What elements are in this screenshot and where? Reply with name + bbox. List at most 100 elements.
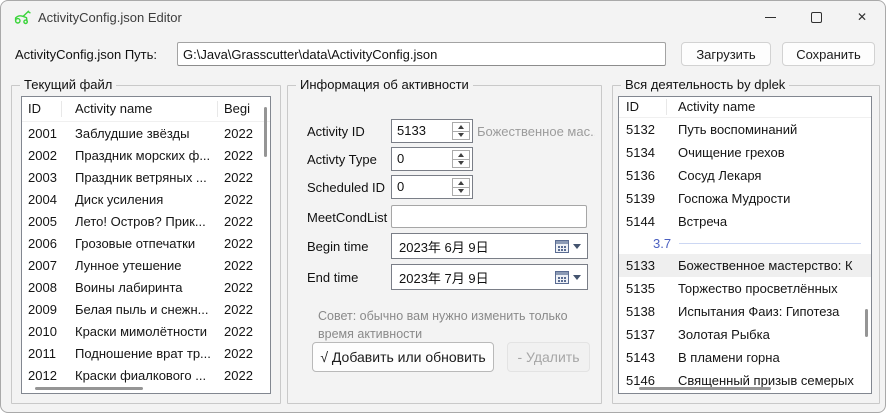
up-arrow-icon (458, 153, 464, 157)
table-row[interactable]: 2009Белая пыль и снежн...2022 (22, 298, 270, 320)
end-time-label: End time (307, 270, 358, 285)
table-row[interactable]: 2004Диск усиления2022 (22, 188, 270, 210)
table-row[interactable]: 5132Путь воспоминаний (619, 118, 871, 141)
begin-time-picker[interactable]: 2023年 6月 9日 (391, 233, 588, 259)
table-cell: 5133 (619, 258, 667, 273)
table-cell: 2022 (218, 324, 270, 339)
table-row[interactable]: 2010Краски мимолётности2022 (22, 320, 270, 342)
table-cell: 5144 (619, 214, 667, 229)
activity-id-value[interactable]: 5133 (392, 120, 452, 142)
table-cell: Праздник морских ф... (62, 148, 218, 163)
stepper-down-button[interactable] (453, 188, 469, 196)
table-row[interactable]: 5138Испытания Фаиз: Гипотеза (619, 300, 871, 323)
scheduled-id-value[interactable]: 0 (392, 176, 452, 198)
all-activities-table: ID Activity name 5132Путь воспоминаний51… (618, 96, 872, 394)
table-cell: 2007 (22, 258, 62, 273)
activity-id-stepper[interactable]: 5133 (391, 119, 473, 143)
path-input[interactable] (177, 42, 666, 66)
end-time-value: 2023年 7月 9日 (399, 268, 489, 287)
stepper-up-button[interactable] (453, 179, 469, 188)
table-cell: Золотая Рыбка (667, 327, 871, 342)
stepper-down-button[interactable] (453, 160, 469, 168)
table-cell: 2008 (22, 280, 62, 295)
meet-cond-input[interactable] (391, 205, 587, 228)
column-header-id[interactable]: ID (619, 99, 667, 115)
current-file-table: ID Activity name Begi 2001Заблудшие звёз… (21, 96, 271, 394)
table-cell: 5143 (619, 350, 667, 365)
table-cell: 2006 (22, 236, 62, 251)
scheduled-id-stepper[interactable]: 0 (391, 175, 473, 199)
up-arrow-icon (458, 181, 464, 185)
end-time-picker[interactable]: 2023年 7月 9日 (391, 264, 588, 290)
activity-id-label: Activity ID (307, 124, 365, 139)
activity-info-group-title: Информация об активности (296, 77, 473, 92)
table-row[interactable]: 2006Грозовые отпечатки2022 (22, 232, 270, 254)
close-icon: ✕ (857, 11, 867, 23)
vertical-scrollbar-thumb[interactable] (264, 107, 267, 157)
table-cell: 2022 (218, 302, 270, 317)
table-cell: 2022 (218, 368, 270, 383)
table-cell: 2022 (218, 214, 270, 229)
down-arrow-icon (458, 161, 464, 165)
minimize-button[interactable] (747, 1, 793, 33)
save-button[interactable]: Сохранить (782, 42, 875, 66)
table-cell: Праздник ветряных ... (62, 170, 218, 185)
table-row[interactable]: 5135Торжество просветлённых (619, 277, 871, 300)
table-row[interactable]: 5143В пламени горна (619, 346, 871, 369)
column-header-activity-name[interactable]: Activity name (62, 101, 218, 117)
maximize-button[interactable] (793, 1, 839, 33)
table-cell: О... (62, 390, 218, 395)
column-header-begin[interactable]: Begi (218, 101, 270, 117)
delete-button[interactable]: - Удалить (507, 342, 590, 372)
up-arrow-icon (458, 125, 464, 129)
table-cell: Встреча (667, 214, 871, 229)
table-cell: Торжество просветлённых (667, 281, 871, 296)
table-row[interactable]: 2005Лето! Остров? Прик...2022 (22, 210, 270, 232)
vertical-scrollbar-thumb[interactable] (865, 309, 868, 337)
table-cell: 2002 (22, 148, 62, 163)
close-button[interactable]: ✕ (839, 1, 885, 33)
stepper-buttons (452, 122, 470, 140)
horizontal-scrollbar-thumb[interactable] (639, 387, 771, 390)
table-row[interactable]: 2008Воины лабиринта2022 (22, 276, 270, 298)
table-row[interactable]: 5136Сосуд Лекаря (619, 164, 871, 187)
table-row[interactable]: 2003Праздник ветряных ...2022 (22, 166, 270, 188)
table-cell: Очищение грехов (667, 145, 871, 160)
table-row[interactable]: 2002Праздник морских ф...2022 (22, 144, 270, 166)
table-cell: 2012 (22, 368, 62, 383)
column-header-id[interactable]: ID (22, 101, 62, 117)
table-row[interactable]: 2011Подношение врат тр...2022 (22, 342, 270, 364)
column-header-activity-name[interactable]: Activity name (667, 99, 871, 115)
table-cell: Воины лабиринта (62, 280, 218, 295)
activity-type-label: Activty Type (307, 152, 377, 167)
table-cell: Белая пыль и снежн... (62, 302, 218, 317)
table-row[interactable]: 5137Золотая Рыбка (619, 323, 871, 346)
table-row-selected[interactable]: 5133Божественное мастерство: К (619, 254, 871, 277)
table-cell: Заблудшие звёзды (62, 126, 218, 141)
app-window: ActivityConfig.json Editor ✕ ActivityCon… (0, 0, 886, 413)
activity-type-value[interactable]: 0 (392, 148, 452, 170)
activity-type-stepper[interactable]: 0 (391, 147, 473, 171)
table-row[interactable]: 2012Краски фиалкового ...2022 (22, 364, 270, 386)
table-cell: 2022 (218, 390, 270, 395)
dropdown-arrow-icon[interactable] (573, 244, 581, 249)
table-cell: Подношение врат тр... (62, 346, 218, 361)
table-cell: 2004 (22, 192, 62, 207)
table-row[interactable]: 5144Встреча (619, 210, 871, 233)
table-cell: Краски фиалкового ... (62, 368, 218, 383)
app-icon (13, 9, 31, 25)
add-or-update-button[interactable]: √ Добавить или обновить (312, 342, 494, 372)
stepper-up-button[interactable] (453, 151, 469, 160)
stepper-up-button[interactable] (453, 123, 469, 132)
table-cell: Краски мимолётности (62, 324, 218, 339)
all-activities-header: ID Activity name (619, 97, 871, 118)
dropdown-arrow-icon[interactable] (573, 275, 581, 280)
load-button[interactable]: Загрузить (681, 42, 771, 66)
horizontal-scrollbar-thumb[interactable] (35, 387, 143, 390)
table-row[interactable]: 2001Заблудшие звёзды2022 (22, 122, 270, 144)
table-cell: 2022 (218, 192, 270, 207)
table-row[interactable]: 5139Госпожа Мудрости (619, 187, 871, 210)
table-row[interactable]: 5134Очищение грехов (619, 141, 871, 164)
stepper-down-button[interactable] (453, 132, 469, 140)
table-row[interactable]: 2007Лунное утешение2022 (22, 254, 270, 276)
